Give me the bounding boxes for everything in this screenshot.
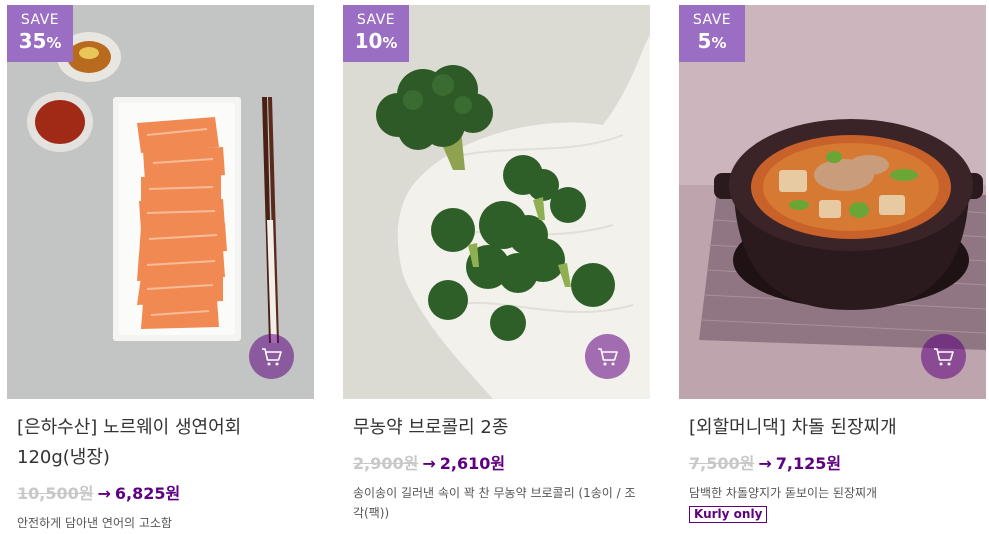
save-badge: SAVE 35% (7, 5, 73, 62)
kurly-only-badge: Kurly only (689, 506, 768, 523)
save-label: SAVE (692, 12, 732, 28)
price-row: 10,500원 → 6,825원 (17, 483, 314, 505)
save-percent: 5% (679, 28, 745, 56)
original-price: 10,500원 (17, 484, 94, 503)
original-price: 7,500원 (689, 454, 755, 473)
original-price: 2,900원 (353, 454, 419, 473)
price-row: 7,500원 → 7,125원 (689, 453, 986, 475)
percent-sign: % (382, 34, 398, 52)
product-image-broccoli[interactable]: SAVE 10% (343, 5, 650, 399)
save-percent: 35% (7, 28, 73, 56)
cart-icon (933, 347, 954, 365)
price-arrow: → (422, 454, 436, 473)
save-percent-value: 10 (354, 29, 383, 53)
product-image-doenjang-stew[interactable]: SAVE 5% (679, 5, 986, 399)
save-badge: SAVE 5% (679, 5, 745, 62)
price-arrow: → (97, 484, 111, 503)
save-label: SAVE (356, 12, 396, 28)
cart-icon (261, 347, 282, 365)
add-to-cart-button[interactable] (921, 334, 966, 379)
product-description: 송이송이 길러낸 속이 꽉 찬 무농약 브로콜리 (1송이 / 조각(팩)) (353, 486, 636, 520)
product-description: 담백한 차돌양지가 돋보이는 된장찌개 (689, 486, 878, 500)
product-card-broccoli[interactable]: SAVE 10% 무농약 브로콜리 2종 2,900원 → 2,610원 송이송이 … (343, 5, 650, 523)
save-label: SAVE (20, 12, 60, 28)
percent-sign: % (46, 34, 62, 52)
product-image-salmon[interactable]: SAVE 35% (7, 5, 314, 399)
save-badge: SAVE 10% (343, 5, 409, 62)
product-title[interactable]: [외할머니댁] 차돌 된장찌개 (689, 413, 979, 443)
add-to-cart-button[interactable] (249, 334, 294, 379)
product-card-doenjang-stew[interactable]: SAVE 5% [외할머니댁] 차돌 된장찌개 7,500원 → 7,125원 담백… (679, 5, 986, 523)
price-arrow: → (758, 454, 772, 473)
save-percent-value: 5 (697, 29, 712, 53)
percent-sign: % (711, 34, 727, 52)
product-card-salmon[interactable]: SAVE 35% [은하수산] 노르웨이 생연어회 120g(냉장) 10,50… (7, 5, 314, 533)
add-to-cart-button[interactable] (585, 334, 630, 379)
save-percent: 10% (343, 28, 409, 56)
price-row: 2,900원 → 2,610원 (353, 453, 650, 475)
sale-price: 6,825원 (114, 484, 181, 503)
sale-price: 2,610원 (439, 454, 506, 473)
sale-price: 7,125원 (775, 454, 842, 473)
save-percent-value: 35 (18, 29, 47, 53)
product-description: 안전하게 담아낸 연어의 고소함 (17, 516, 172, 530)
cart-icon (597, 347, 618, 365)
product-title[interactable]: 무농약 브로콜리 2종 (353, 413, 643, 443)
product-title[interactable]: [은하수산] 노르웨이 생연어회 120g(냉장) (17, 413, 307, 473)
